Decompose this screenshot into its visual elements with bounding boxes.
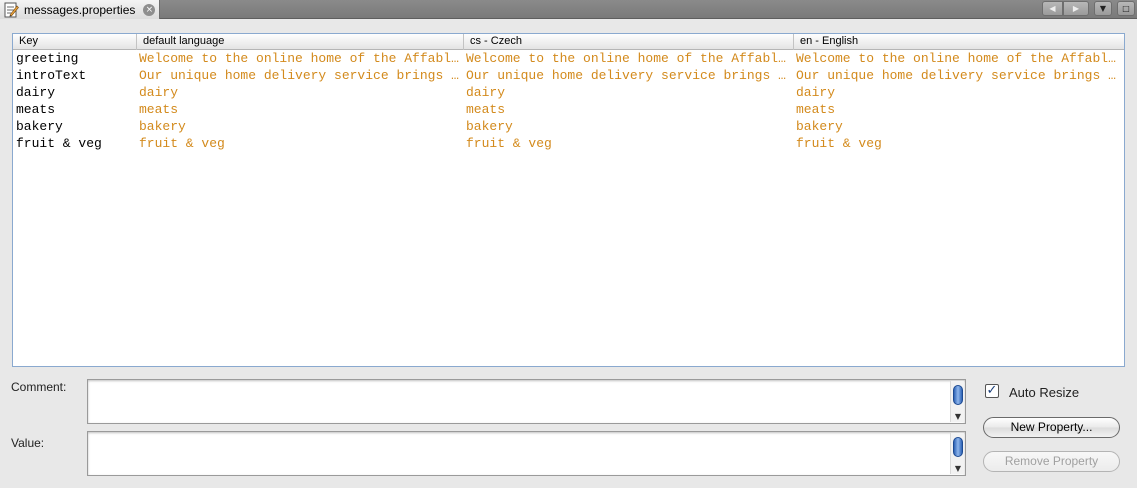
tab-title: messages.properties xyxy=(24,2,136,17)
column-header-en-english[interactable]: en - English xyxy=(794,34,1124,50)
scroll-down-arrow-icon[interactable]: ▼ xyxy=(952,464,964,474)
value-label: Value: xyxy=(11,436,45,450)
key-cell[interactable]: dairy xyxy=(14,84,136,101)
editor-tab-bar: messages.properties × ◀ ▶ ▼ □ xyxy=(0,0,1137,19)
table-row[interactable]: fruit & veg fruit & veg fruit & veg frui… xyxy=(13,135,1124,152)
value-cell[interactable]: fruit & veg xyxy=(794,135,1120,152)
table-row[interactable]: bakery bakery bakery bakery xyxy=(13,118,1124,135)
value-cell[interactable]: Welcome to the online home of the Affabl… xyxy=(464,50,790,67)
close-icon[interactable]: × xyxy=(143,3,156,16)
key-cell[interactable]: bakery xyxy=(14,118,136,135)
table-row[interactable]: introText Our unique home delivery servi… xyxy=(13,67,1124,84)
remove-property-button[interactable]: Remove Property xyxy=(983,451,1120,472)
value-cell[interactable]: Our unique home delivery service brings … xyxy=(137,67,461,84)
value-cell[interactable]: meats xyxy=(794,101,1120,118)
key-cell[interactable]: greeting xyxy=(14,50,136,67)
value-cell[interactable]: bakery xyxy=(137,118,461,135)
value-cell[interactable]: dairy xyxy=(464,84,790,101)
scroll-thumb[interactable] xyxy=(953,437,963,457)
scroll-down-arrow-icon[interactable]: ▼ xyxy=(952,412,964,422)
comment-scrollbar[interactable]: ▼ xyxy=(950,381,964,422)
value-cell[interactable]: bakery xyxy=(464,118,790,135)
value-cell[interactable]: fruit & veg xyxy=(137,135,461,152)
auto-resize-label[interactable]: Auto Resize xyxy=(1009,385,1079,400)
value-cell[interactable]: bakery xyxy=(794,118,1120,135)
tab-messages-properties[interactable]: messages.properties × xyxy=(0,0,160,19)
table-row[interactable]: greeting Welcome to the online home of t… xyxy=(13,50,1124,67)
comment-label: Comment: xyxy=(11,380,67,394)
value-cell[interactable]: meats xyxy=(137,101,461,118)
key-cell[interactable]: fruit & veg xyxy=(14,135,136,152)
value-cell[interactable]: dairy xyxy=(794,84,1120,101)
scroll-tabs-right-button[interactable]: ▶ xyxy=(1063,1,1089,16)
tab-list-menu-button[interactable]: ▼ xyxy=(1094,1,1112,16)
value-scrollbar[interactable]: ▼ xyxy=(950,433,964,474)
scroll-tabs-left-button[interactable]: ◀ xyxy=(1042,1,1063,16)
properties-table: Key default language cs - Czech en - Eng… xyxy=(12,33,1125,367)
table-row[interactable]: dairy dairy dairy dairy xyxy=(13,84,1124,101)
value-cell[interactable]: Welcome to the online home of the Affabl… xyxy=(137,50,461,67)
new-property-button[interactable]: New Property... xyxy=(983,417,1120,438)
value-cell[interactable]: Our unique home delivery service brings … xyxy=(464,67,790,84)
table-header: Key default language cs - Czech en - Eng… xyxy=(13,34,1124,50)
scroll-thumb[interactable] xyxy=(953,385,963,405)
properties-file-icon xyxy=(3,2,19,18)
key-cell[interactable]: meats xyxy=(14,101,136,118)
column-header-key[interactable]: Key xyxy=(13,34,137,50)
column-header-default-language[interactable]: default language xyxy=(137,34,464,50)
value-textarea[interactable]: ▼ xyxy=(87,431,966,476)
maximize-window-button[interactable]: □ xyxy=(1117,1,1135,16)
auto-resize-checkbox[interactable]: ✓ xyxy=(985,384,999,398)
table-row[interactable]: meats meats meats meats xyxy=(13,101,1124,118)
key-cell[interactable]: introText xyxy=(14,67,136,84)
value-cell[interactable]: meats xyxy=(464,101,790,118)
comment-textarea[interactable]: ▼ xyxy=(87,379,966,424)
value-cell[interactable]: Welcome to the online home of the Affabl… xyxy=(794,50,1120,67)
value-cell[interactable]: dairy xyxy=(137,84,461,101)
column-header-cs-czech[interactable]: cs - Czech xyxy=(464,34,794,50)
value-cell[interactable]: fruit & veg xyxy=(464,135,790,152)
checkmark-icon: ✓ xyxy=(986,383,998,398)
value-cell[interactable]: Our unique home delivery service brings … xyxy=(794,67,1120,84)
